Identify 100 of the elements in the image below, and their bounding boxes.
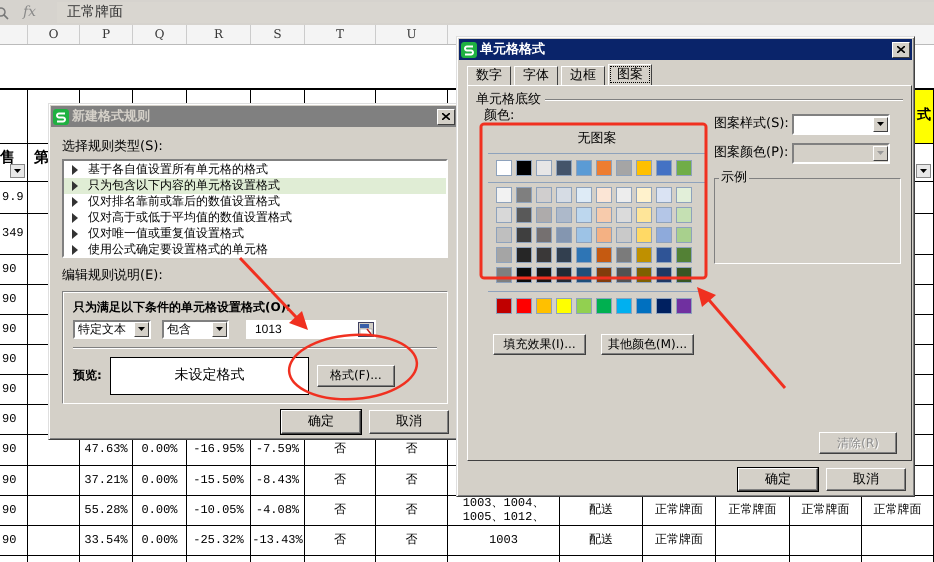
filter-dropdown-button[interactable] — [916, 164, 931, 178]
color-swatch[interactable] — [516, 246, 532, 263]
color-swatch[interactable] — [636, 226, 652, 243]
pattern-style-dropdown[interactable] — [792, 114, 890, 135]
color-swatch[interactable] — [536, 226, 552, 243]
color-swatch[interactable] — [676, 246, 692, 263]
column-header[interactable]: R — [187, 25, 251, 44]
cancel-button[interactable]: 取消 — [369, 410, 449, 434]
rule-type-list[interactable]: 基于各自值设置所有单元格的格式 只为包含以下内容的单元格设置格式 仅对排名靠前或靠后的数值设置格式 仅对高于或低于平均值的数值设置格式 仅对唯一值或重复值设置格式 使用公式确定要设置格式的单元格 — [62, 158, 448, 258]
color-swatch[interactable] — [516, 186, 532, 203]
column-header[interactable]: T — [305, 25, 376, 44]
color-swatch[interactable] — [556, 298, 572, 314]
color-swatch[interactable] — [496, 298, 512, 314]
list-item[interactable]: 使用公式确定要设置格式的单元格 — [64, 242, 446, 258]
color-swatch[interactable] — [596, 160, 612, 176]
color-swatch[interactable] — [516, 160, 532, 176]
fill-effects-button[interactable]: 填充效果(I)... — [493, 334, 586, 355]
color-swatch[interactable] — [636, 246, 652, 263]
value-input[interactable]: 1013 — [246, 320, 376, 339]
color-swatch[interactable] — [656, 160, 672, 176]
tab[interactable]: 数字 — [467, 66, 511, 85]
close-button[interactable] — [892, 42, 910, 58]
more-colors-button[interactable]: 其他颜色(M)... — [601, 334, 694, 355]
color-swatch[interactable] — [616, 206, 632, 223]
list-item[interactable]: 仅对高于或低于平均值的数值设置格式 — [64, 210, 446, 226]
color-swatch[interactable] — [656, 246, 672, 263]
table-cell: 售 — [0, 144, 28, 181]
ok-button[interactable]: 确定 — [281, 410, 361, 434]
table-cell: 90 — [0, 315, 28, 344]
color-swatch[interactable] — [576, 160, 592, 176]
table-cell: -4.08% — [251, 496, 305, 525]
window-title: 新建格式规则 — [72, 108, 150, 124]
ok-button[interactable]: 确定 — [738, 468, 818, 491]
color-swatch[interactable] — [596, 186, 612, 203]
column-header[interactable]: U — [376, 25, 448, 44]
color-swatch[interactable] — [636, 298, 652, 314]
color-swatch[interactable] — [676, 186, 692, 203]
color-swatch[interactable] — [516, 206, 532, 223]
color-swatch[interactable] — [676, 298, 692, 314]
color-swatch[interactable] — [596, 226, 612, 243]
color-swatch[interactable] — [616, 226, 632, 243]
cancel-button[interactable]: 取消 — [826, 468, 906, 491]
color-swatch[interactable] — [556, 206, 572, 223]
color-swatch[interactable] — [636, 186, 652, 203]
color-swatch[interactable] — [536, 298, 552, 314]
color-swatch[interactable] — [596, 206, 612, 223]
color-swatch[interactable] — [556, 246, 572, 263]
list-item[interactable]: 仅对排名靠前或靠后的数值设置格式 — [64, 194, 446, 210]
color-swatch[interactable] — [576, 206, 592, 223]
close-button[interactable] — [437, 108, 455, 124]
color-swatch[interactable] — [496, 186, 512, 203]
color-swatch[interactable] — [656, 226, 672, 243]
format-button[interactable]: 格式(F)... — [316, 364, 395, 387]
color-swatch[interactable] — [576, 226, 592, 243]
color-swatch[interactable] — [556, 186, 572, 203]
list-item[interactable]: 只为包含以下内容的单元格设置格式 — [64, 178, 446, 194]
condition-type-dropdown[interactable]: 特定文本 — [73, 320, 151, 339]
column-header[interactable]: Q — [133, 25, 187, 44]
color-swatch[interactable] — [556, 160, 572, 176]
tab[interactable]: 图案 — [608, 64, 652, 85]
color-swatch[interactable] — [496, 160, 512, 176]
color-swatch[interactable] — [676, 226, 692, 243]
column-header[interactable]: P — [80, 25, 133, 44]
field-label: 颜色: — [484, 108, 516, 124]
color-swatch[interactable] — [496, 246, 512, 263]
color-swatch[interactable] — [656, 186, 672, 203]
color-swatch[interactable] — [616, 160, 632, 176]
table-cell: 0.00% — [133, 496, 187, 525]
tab[interactable]: 字体 — [514, 66, 558, 85]
color-swatch[interactable] — [616, 298, 632, 314]
color-swatch[interactable] — [496, 206, 512, 223]
color-swatch[interactable] — [636, 206, 652, 223]
color-swatch[interactable] — [576, 186, 592, 203]
color-swatch[interactable] — [636, 160, 652, 176]
field-label: 编辑规则说明(E): — [62, 268, 164, 284]
operator-dropdown[interactable]: 包含 — [162, 320, 229, 339]
list-item[interactable]: 仅对唯一值或重复值设置格式 — [64, 226, 446, 242]
color-swatch[interactable] — [496, 226, 512, 243]
color-swatch[interactable] — [516, 298, 532, 314]
color-swatch[interactable] — [516, 226, 532, 243]
color-swatch[interactable] — [616, 186, 632, 203]
color-swatch[interactable] — [536, 186, 552, 203]
color-swatch[interactable] — [536, 246, 552, 263]
column-header[interactable]: O — [28, 25, 80, 44]
no-pattern-option[interactable]: 无图案 — [484, 131, 710, 147]
color-swatch[interactable] — [616, 246, 632, 263]
color-swatch[interactable] — [596, 298, 612, 314]
color-swatch[interactable] — [536, 160, 552, 176]
color-swatch[interactable] — [576, 298, 592, 314]
color-swatch[interactable] — [536, 206, 552, 223]
color-swatch[interactable] — [556, 226, 572, 243]
color-swatch[interactable] — [576, 246, 592, 263]
tab[interactable]: 边框 — [561, 66, 605, 85]
color-swatch[interactable] — [596, 246, 612, 263]
color-swatch[interactable] — [656, 206, 672, 223]
column-header[interactable]: S — [251, 25, 305, 44]
color-swatch[interactable] — [656, 298, 672, 314]
color-swatch[interactable] — [676, 160, 692, 176]
filter-dropdown-button[interactable] — [10, 164, 25, 178]
color-swatch[interactable] — [676, 206, 692, 223]
